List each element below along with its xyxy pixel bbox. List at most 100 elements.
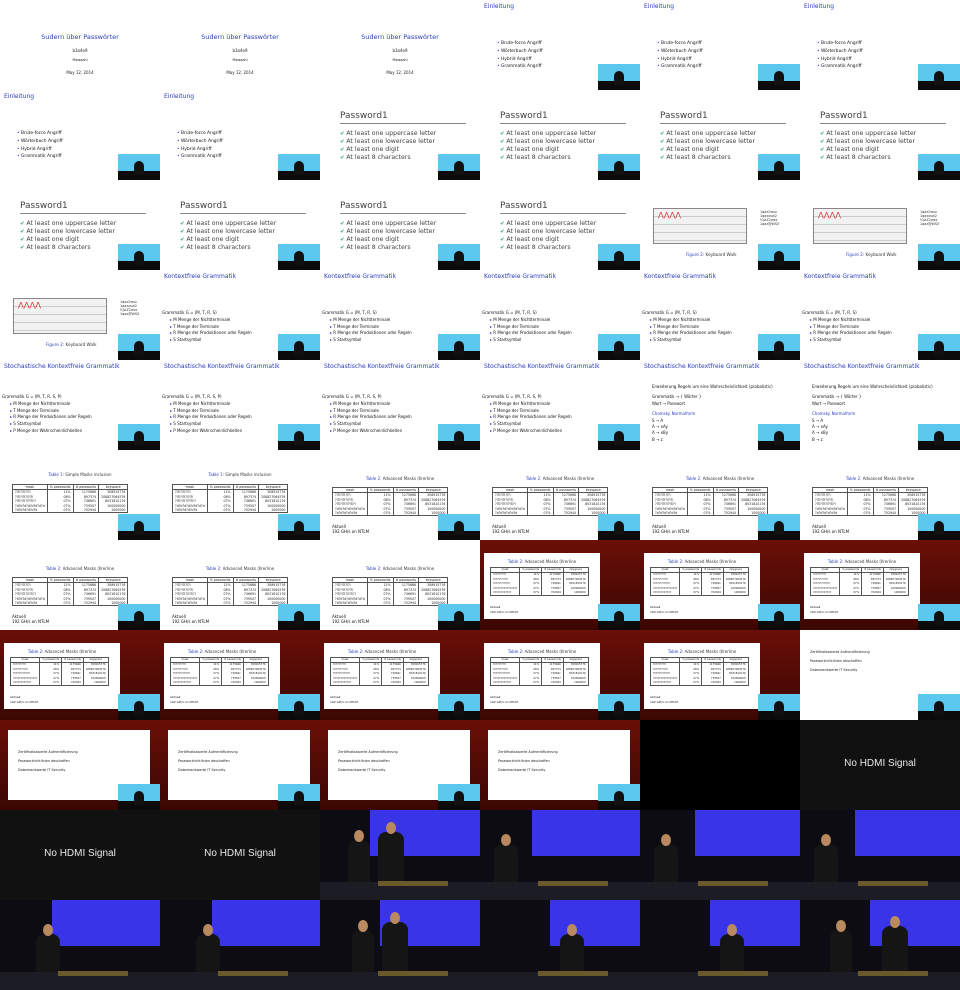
webcam-overlay — [118, 244, 160, 270]
stage-camera-view — [320, 810, 480, 900]
list-item: R Menge der Produktionen oder Regeln — [650, 330, 731, 337]
stage-camera-view — [320, 900, 480, 990]
presenter-head — [43, 924, 53, 936]
video-frame — [320, 810, 480, 900]
keyboard-image: ⋀⋀⋀⋀ — [813, 208, 907, 244]
table-caption: Table 2: Advanced Masks (Ilrerline — [644, 559, 760, 564]
table-cell: 702944 — [861, 591, 884, 597]
slide-title: Password1 — [660, 111, 708, 121]
banner-strip — [858, 971, 928, 976]
section-title: Stochastische Kontextfreie Grammatik — [164, 363, 280, 370]
webcam-overlay — [918, 604, 960, 630]
list-item: At least one lowercase letter — [500, 138, 596, 146]
cfg-slide: Kontextfreie Grammatik Grammatik G = (M,… — [320, 270, 480, 360]
column-header: % passwords — [526, 486, 554, 494]
wrapup-list: Zertifikatbasierte Authentifizierung Pas… — [178, 748, 238, 775]
list-item: Wörterbuch Angriff — [177, 138, 223, 146]
wrapup-list: Zertifikatbasierte Authentifizierung Pas… — [810, 648, 870, 675]
table-caption: Table 2: Advanced Masks (Ilrerline — [160, 566, 320, 571]
presenter-head — [390, 912, 400, 924]
table-cell: 702944 — [221, 681, 244, 687]
list-item: Wörterbuch Angriff — [17, 138, 63, 146]
password-slide: Password1 At least one uppercase letter … — [800, 90, 960, 180]
list-item: R Menge der Produktionen oder Regeln — [490, 414, 571, 421]
section-title: Einleitung — [644, 3, 675, 10]
list-item: At least one uppercase letter — [340, 130, 436, 138]
grammar-head: Grammatik G = (M, T, R, S, P) — [322, 394, 382, 399]
column-header: % passwords — [46, 576, 74, 584]
walk-example: 1qaz@WSX — [760, 222, 780, 226]
list-item: M Menge der Nichtterminale — [10, 401, 92, 408]
table-label: Table 2: — [347, 649, 364, 654]
table2-slide: Table 2: Advanced Masks (Ilrerline mask%… — [644, 553, 760, 619]
aktuell-value: 192 GH/s on NTLM — [812, 529, 850, 534]
aktuell-block: Aktuell 192 GH/s on NTLM — [490, 695, 518, 705]
table2-slide: Table 2: Advanced Masks (Ilrerline mask%… — [800, 450, 960, 540]
list-item: Hybrid Angriff — [817, 56, 863, 64]
walk-examples: 1qaz2wsx 1qazxsw2 !QAZ2wsx 1qaz@WSX — [120, 300, 139, 316]
webcam-overlay — [438, 784, 480, 810]
aktuell-value: 192 GH/s on NTLM — [810, 610, 838, 614]
webcam-overlay — [918, 694, 960, 720]
list-item: S Startsymbol — [810, 337, 892, 344]
title-rule — [500, 213, 626, 214]
stage-camera-view — [640, 900, 800, 990]
table-cell: ?d?d?d?d?d?d — [9, 681, 41, 687]
bullet-list: Brute-force Angriff Wörterbuch Angriff H… — [657, 40, 703, 71]
table-cell: 1000000 — [258, 508, 289, 514]
table-row: ?l?l?l?l?l?l?l?l 07% 746691 8031810176 — [492, 502, 609, 507]
webcam-overlay — [918, 154, 960, 180]
list-item: P Menge der Wahrscheinlichkeiten — [330, 428, 412, 435]
video-frame: Table 2: Advanced Masks (Ilrerline mask%… — [320, 540, 480, 630]
aktuell-block: Aktuell 192 GH/s on NTLM — [332, 614, 369, 624]
table-cell: 702944 — [61, 681, 84, 687]
aktuell-block: Aktuell 192 GH/s on NTLM — [810, 605, 838, 615]
video-frame: Table 2: Advanced Masks (Ilrerline mask%… — [0, 630, 160, 720]
table-cell: 702944 — [381, 681, 404, 687]
table-cell: ?d?d?d?d?d?d — [332, 511, 368, 517]
table-label: Table 2: — [45, 566, 62, 571]
list-item: T Menge der Terminale — [170, 324, 252, 331]
table-cell: 702944 — [541, 681, 564, 687]
stage-camera-view — [0, 900, 160, 990]
advanced-masks-table: mask% passwords # passwords keyspace ?l?l?l… — [172, 576, 289, 607]
list-item: R Menge der Produktionen oder Regeln — [170, 330, 251, 337]
grammar-head: Grammatik G = (M, T, R, S) — [802, 310, 857, 315]
table-label: Table 2: — [507, 559, 524, 564]
projection-screen — [212, 900, 320, 946]
webcam-overlay — [918, 244, 960, 270]
webcam-overlay — [118, 694, 160, 720]
list-item: P Menge der Wahrscheinlichkeiten — [10, 428, 92, 435]
column-header: # passwords — [872, 486, 900, 494]
video-frame: Table 2: Advanced Masks (Ilrerline mask%… — [800, 450, 960, 540]
video-frame: Table 2: Advanced Masks (Ilrerline mask%… — [800, 540, 960, 630]
table-row: ?d?d?d?d?d?d07%7029441000000 — [169, 681, 269, 687]
table-row: ?d?d?d?d?d?d07%7029441000000 — [649, 591, 749, 597]
list-item: At least one uppercase letter — [500, 130, 596, 138]
video-frame — [800, 900, 960, 990]
video-frame: Zertifikatbasierte Authentifizierung Pas… — [480, 720, 640, 810]
list-item: At least 8 characters — [500, 154, 596, 162]
table1-slide: Table 1: Simple Masks inclusion mask% pa… — [160, 450, 320, 540]
list-item: R Menge der Produktionen oder Regeln — [10, 414, 91, 421]
bullet-list: Brute-force Angriff Wörterbuch Angriff H… — [497, 40, 543, 71]
bullet-list: Brute-force Angriff Wörterbuch Angriff H… — [17, 130, 63, 161]
slide-org: Mawaahi — [392, 58, 408, 62]
section-title: Stochastische Kontextfreie Grammatik — [644, 363, 760, 370]
table2-slide: Table 2: Advanced Masks (Ilrerline mask%… — [640, 450, 800, 540]
password-slide: Password1 At least one uppercase letter … — [480, 180, 640, 270]
caption-text: Advanced Masks (Ilrerline — [524, 649, 577, 654]
column-header: # passwords — [72, 483, 100, 491]
slide-author: b3a4e9 — [72, 48, 88, 53]
list-item: Grammatik Angriff — [497, 63, 543, 71]
list-item: Brute-force Angriff — [497, 40, 543, 48]
grammar-head: Grammatik G = (M, T, R, S) — [482, 310, 537, 315]
list-item: Hybrid Angriff — [177, 146, 223, 154]
column-header: % passwords — [206, 483, 234, 491]
aktuell-value: 192 GH/s on NTLM — [172, 619, 210, 624]
section-title: Stochastische Kontextfreie Grammatik — [804, 363, 920, 370]
slide-title: Password1 — [500, 111, 548, 121]
list-item: At least 8 characters — [340, 154, 436, 162]
table2-slide: Table 2: Advanced Masks (Ilrerline mask%… — [484, 553, 600, 619]
table-cell: 1000000 — [242, 681, 269, 687]
